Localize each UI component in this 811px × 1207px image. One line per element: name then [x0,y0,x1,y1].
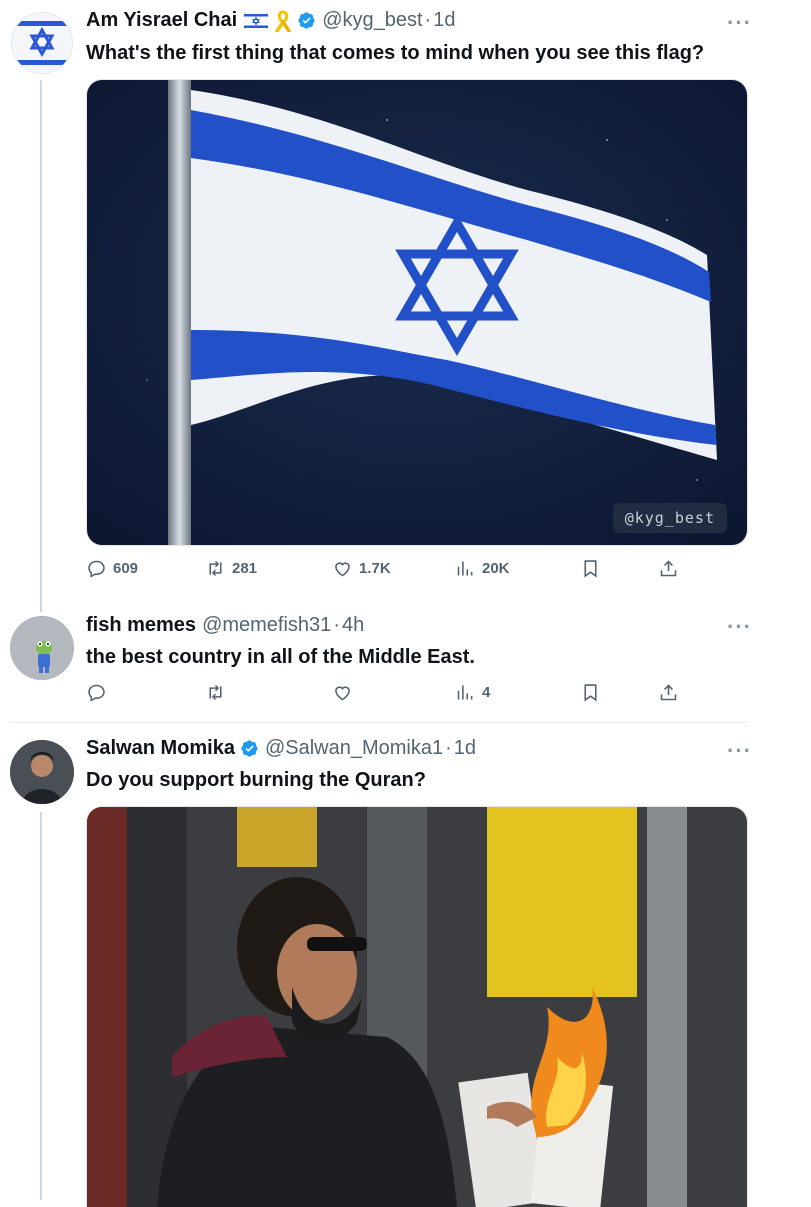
image-watermark: @kyg_best [612,503,727,533]
repost-icon [209,684,222,701]
avatar[interactable] [10,616,74,680]
man-avatar-image [10,740,74,804]
user-handle[interactable]: @Salwan_Momika1 [265,737,443,760]
avatar[interactable] [10,740,74,804]
tweet-text: Do you support burning the Quran? [86,769,426,791]
views-button[interactable]: 4 [455,682,490,703]
user-handle[interactable]: @memefish31 [202,614,331,637]
timestamp[interactable]: 4h [342,614,364,637]
israel-flag-photo [87,80,747,545]
separator-dot: · [424,9,432,31]
display-name[interactable]: Am Yisrael Chai [86,9,237,32]
tweet-header: fish memes @memefish31 · 4h [86,614,364,637]
more-icon[interactable]: ··· [727,616,752,638]
separator-dot: · [333,614,340,636]
book-burning-photo [87,807,747,1207]
tweet-divider [10,722,747,723]
thread-line [40,812,42,1200]
bookmark-button[interactable] [580,558,607,579]
tweet-header: Am Yisrael Chai @kyg_best · 1d [86,9,455,32]
share-button[interactable] [658,558,685,579]
reply-count: 609 [113,560,139,577]
tweet-text: the best country in all of the Middle Ea… [86,646,475,668]
more-icon[interactable]: ··· [727,740,752,762]
verified-icon [298,12,315,29]
display-name[interactable]: fish memes [86,614,196,637]
user-handle[interactable]: @kyg_best [322,9,422,32]
views-count: 4 [482,684,491,701]
avatar[interactable] [11,12,73,74]
frog-avatar-image [10,616,74,680]
repost-icon [209,560,222,577]
repost-count: 281 [232,560,258,577]
views-icon [457,561,473,576]
reply-icon [88,684,105,702]
bookmark-button[interactable] [580,682,607,703]
views-count: 20K [482,560,510,577]
share-icon [660,684,677,701]
timestamp[interactable]: 1d [433,9,455,32]
views-button[interactable]: 20K [455,558,510,579]
israel-flag-avatar-image [12,13,72,73]
israel-flag-emoji-icon [244,11,269,30]
like-icon [335,562,350,577]
like-icon [335,686,350,701]
tweet-image[interactable] [86,806,748,1207]
repost-button[interactable]: 281 [205,558,257,579]
repost-button[interactable] [205,682,232,703]
separator-dot: · [445,737,452,759]
like-button[interactable] [332,682,359,703]
share-button[interactable] [658,682,685,703]
display-name[interactable]: Salwan Momika [86,737,235,760]
views-icon [457,685,473,700]
yellow-ribbon-emoji-icon [275,9,291,32]
reply-icon [88,560,105,578]
reply-button[interactable] [86,682,113,703]
thread-line [40,80,42,612]
tweet-image[interactable]: @kyg_best [86,79,748,546]
tweet-header: Salwan Momika @Salwan_Momika1 · 1d [86,737,476,760]
tweet-text: What's the first thing that comes to min… [86,42,705,64]
verified-icon [241,740,258,757]
timestamp[interactable]: 1d [454,737,476,760]
like-count: 1.7K [359,560,391,577]
bookmark-icon [584,560,597,578]
reply-button[interactable]: 609 [86,558,138,579]
share-icon [660,560,677,577]
bookmark-icon [584,684,597,702]
more-icon[interactable]: ··· [727,12,752,34]
like-button[interactable]: 1.7K [332,558,391,579]
